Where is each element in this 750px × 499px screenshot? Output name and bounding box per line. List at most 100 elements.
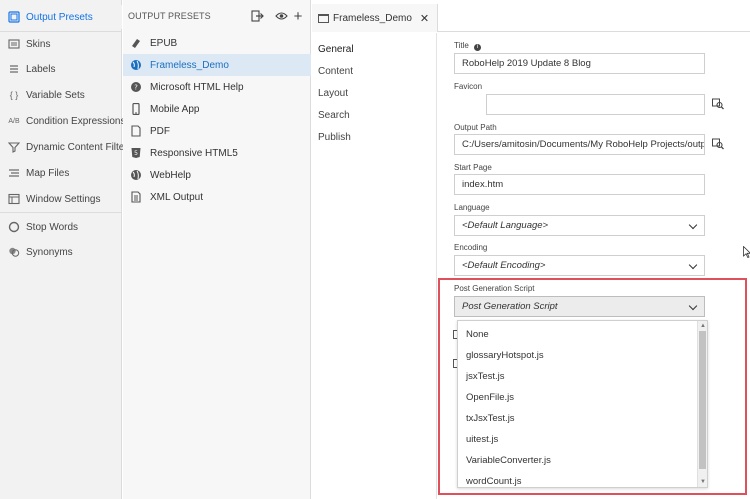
- nav-item-label: Labels: [26, 63, 56, 75]
- dropdown-option[interactable]: uitest.js: [466, 434, 498, 445]
- preset-label: EPUB: [150, 37, 178, 49]
- stop-words-icon: [8, 221, 20, 233]
- preset-microsoft-html-help[interactable]: ? Microsoft HTML Help: [123, 76, 311, 98]
- language-select-value: <Default Language>: [462, 220, 549, 231]
- nav-item-map-files[interactable]: Map Files: [0, 161, 122, 185]
- tab-frameless-demo[interactable]: Frameless_Demo ✕: [312, 4, 439, 32]
- settings-tab-search[interactable]: Search: [318, 110, 350, 121]
- dropdown-option[interactable]: OpenFile.js: [466, 392, 514, 403]
- output-presets-icon: [8, 11, 20, 23]
- start-page-field[interactable]: index.htm: [454, 174, 705, 195]
- scrollbar-thumb[interactable]: [699, 331, 706, 469]
- encoding-select-value: <Default Encoding>: [462, 260, 546, 271]
- tab-label: Frameless_Demo: [333, 12, 412, 24]
- nav-item-labels[interactable]: Labels: [0, 57, 122, 81]
- map-files-icon: [8, 167, 20, 179]
- synonyms-icon: [8, 246, 20, 258]
- favicon-field[interactable]: [486, 94, 705, 115]
- nav-item-condition-expressions[interactable]: A/B Condition Expressions: [0, 109, 125, 133]
- info-icon[interactable]: i: [474, 44, 482, 51]
- export-icon[interactable]: [250, 9, 264, 23]
- dropdown-option[interactable]: glossaryHotspot.js: [466, 350, 544, 361]
- settings-tab-general[interactable]: General: [318, 44, 354, 55]
- language-select[interactable]: <Default Language>: [454, 215, 705, 236]
- add-icon[interactable]: +: [291, 8, 305, 25]
- nav-item-label: Variable Sets: [26, 89, 85, 101]
- dropdown-option[interactable]: txJsxTest.js: [466, 413, 515, 424]
- nav-item-label: Window Settings: [26, 193, 101, 205]
- nav-item-window-settings[interactable]: Window Settings: [0, 187, 122, 211]
- scroll-up-icon[interactable]: ▲: [700, 323, 706, 329]
- title-label: Title i: [454, 41, 482, 51]
- dropdown-scrollbar[interactable]: ▲ ▼: [697, 321, 707, 487]
- svg-text:5: 5: [134, 150, 138, 157]
- close-icon[interactable]: ✕: [420, 12, 429, 25]
- html5-icon: 5: [130, 147, 142, 159]
- chevron-down-icon: [688, 260, 698, 270]
- window-icon: [318, 13, 329, 23]
- globe-icon: [130, 169, 142, 181]
- title-field[interactable]: RoboHelp 2019 Update 8 Blog: [454, 53, 705, 74]
- settings-tab-content[interactable]: Content: [318, 66, 353, 77]
- preset-label: WebHelp: [150, 169, 191, 181]
- preset-label: Responsive HTML5: [150, 147, 238, 159]
- dropdown-option-none[interactable]: None: [466, 329, 489, 340]
- preset-mobile-app[interactable]: Mobile App: [123, 98, 311, 120]
- start-page-label: Start Page: [454, 163, 492, 172]
- dropdown-option[interactable]: jsxTest.js: [466, 371, 505, 382]
- preset-frameless-demo[interactable]: Frameless_Demo: [123, 54, 311, 76]
- preset-label: Microsoft HTML Help: [150, 81, 244, 93]
- epub-icon: [130, 37, 142, 49]
- nav-item-variable-sets[interactable]: { } Variable Sets: [0, 83, 122, 107]
- output-path-field[interactable]: C:/Users/amitosin/Documents/My RoboHelp …: [454, 134, 705, 155]
- preset-pdf[interactable]: PDF: [123, 120, 311, 142]
- left-navigation: Output Presets Skins Labels { } Variable…: [0, 0, 133, 499]
- nav-item-label: Map Files: [26, 167, 70, 179]
- preset-webhelp[interactable]: WebHelp: [123, 164, 311, 186]
- preset-responsive-html5[interactable]: 5 Responsive HTML5: [123, 142, 311, 164]
- scroll-down-icon[interactable]: ▼: [700, 479, 706, 485]
- settings-navigation: General Content Layout Search Publish: [312, 33, 437, 499]
- settings-tab-layout[interactable]: Layout: [318, 88, 348, 99]
- preset-label: Frameless_Demo: [150, 59, 229, 71]
- preset-label: XML Output: [150, 191, 203, 203]
- settings-tab-publish[interactable]: Publish: [318, 132, 351, 143]
- nav-item-output-presets[interactable]: Output Presets: [0, 5, 122, 29]
- condition-expressions-icon: A/B: [8, 117, 20, 125]
- output-path-label: Output Path: [454, 123, 497, 132]
- output-presets-panel: OUTPUT PRESETS + EPUB Frameless_Demo ? M…: [123, 0, 311, 499]
- pdf-icon: [130, 125, 142, 137]
- post-generation-script-select[interactable]: Post Generation Script: [454, 296, 705, 317]
- post-generation-script-dropdown: None glossaryHotspot.js jsxTest.js OpenF…: [457, 320, 708, 488]
- chevron-down-icon: [688, 301, 698, 311]
- browse-icon[interactable]: [712, 138, 724, 150]
- dropdown-option[interactable]: wordCount.js: [466, 476, 521, 487]
- nav-item-skins[interactable]: Skins: [0, 32, 122, 56]
- xml-icon: [130, 191, 142, 203]
- html-help-icon: ?: [130, 81, 142, 93]
- nav-item-synonyms[interactable]: Synonyms: [0, 240, 122, 264]
- dropdown-option[interactable]: VariableConverter.js: [466, 455, 551, 466]
- nav-item-dynamic-content-filters[interactable]: Dynamic Content Filters: [0, 135, 133, 159]
- preview-eye-icon[interactable]: [274, 9, 288, 23]
- browse-icon[interactable]: [712, 98, 724, 110]
- nav-item-label: Synonyms: [26, 246, 73, 258]
- filter-icon: [8, 141, 20, 153]
- nav-item-label: Stop Words: [26, 221, 79, 233]
- post-generation-script-value: Post Generation Script: [462, 301, 558, 312]
- post-generation-script-label: Post Generation Script: [454, 284, 535, 293]
- nav-item-label: Output Presets: [26, 11, 93, 23]
- chevron-down-icon: [688, 220, 698, 230]
- nav-item-stop-words[interactable]: Stop Words: [0, 215, 122, 239]
- globe-icon: [130, 59, 142, 71]
- favicon-label: Favicon: [454, 82, 483, 91]
- preset-label: Mobile App: [150, 103, 200, 115]
- nav-item-label: Skins: [26, 38, 51, 50]
- variable-sets-icon: { }: [9, 90, 19, 100]
- nav-item-label: Dynamic Content Filters: [26, 141, 133, 153]
- preset-epub[interactable]: EPUB: [123, 32, 311, 54]
- encoding-select[interactable]: <Default Encoding>: [454, 255, 705, 276]
- skins-icon: [8, 38, 20, 50]
- preset-xml-output[interactable]: XML Output: [123, 186, 311, 208]
- nav-divider: [0, 212, 122, 213]
